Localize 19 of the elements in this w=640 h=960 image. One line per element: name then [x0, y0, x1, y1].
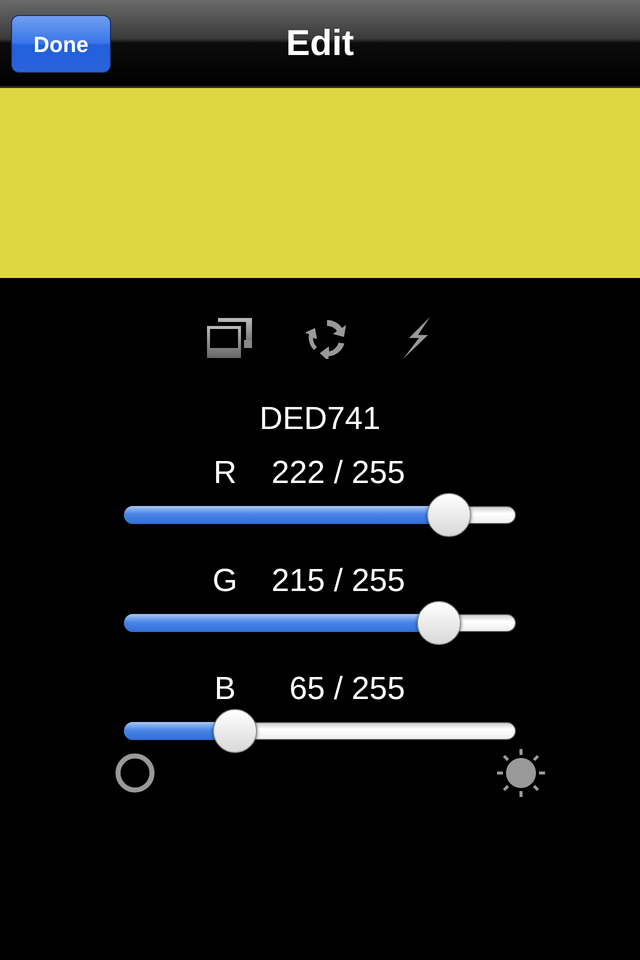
channel-label: R: [212, 453, 238, 492]
done-button[interactable]: Done: [11, 15, 111, 73]
slider-track[interactable]: [124, 493, 516, 537]
refresh-icon[interactable]: [306, 317, 348, 359]
navbar-title: Edit: [286, 21, 354, 65]
slider-track[interactable]: [124, 709, 516, 753]
ring-icon: [114, 752, 156, 794]
channel-label: B: [213, 669, 237, 708]
channel-reading: 65 / 255: [288, 669, 405, 708]
slider-thumb[interactable]: [212, 709, 257, 753]
slider-thumb[interactable]: [417, 601, 462, 645]
channel-reading: 222 / 255: [270, 453, 405, 492]
channel-label: G: [212, 561, 238, 600]
copy-icon[interactable]: [206, 316, 254, 360]
channel-reading: 215 / 255: [270, 561, 405, 600]
sun-icon: [496, 748, 546, 798]
slider-thumb[interactable]: [427, 493, 472, 537]
slider-track[interactable]: [124, 601, 516, 645]
hex-value: DED741: [260, 399, 380, 438]
